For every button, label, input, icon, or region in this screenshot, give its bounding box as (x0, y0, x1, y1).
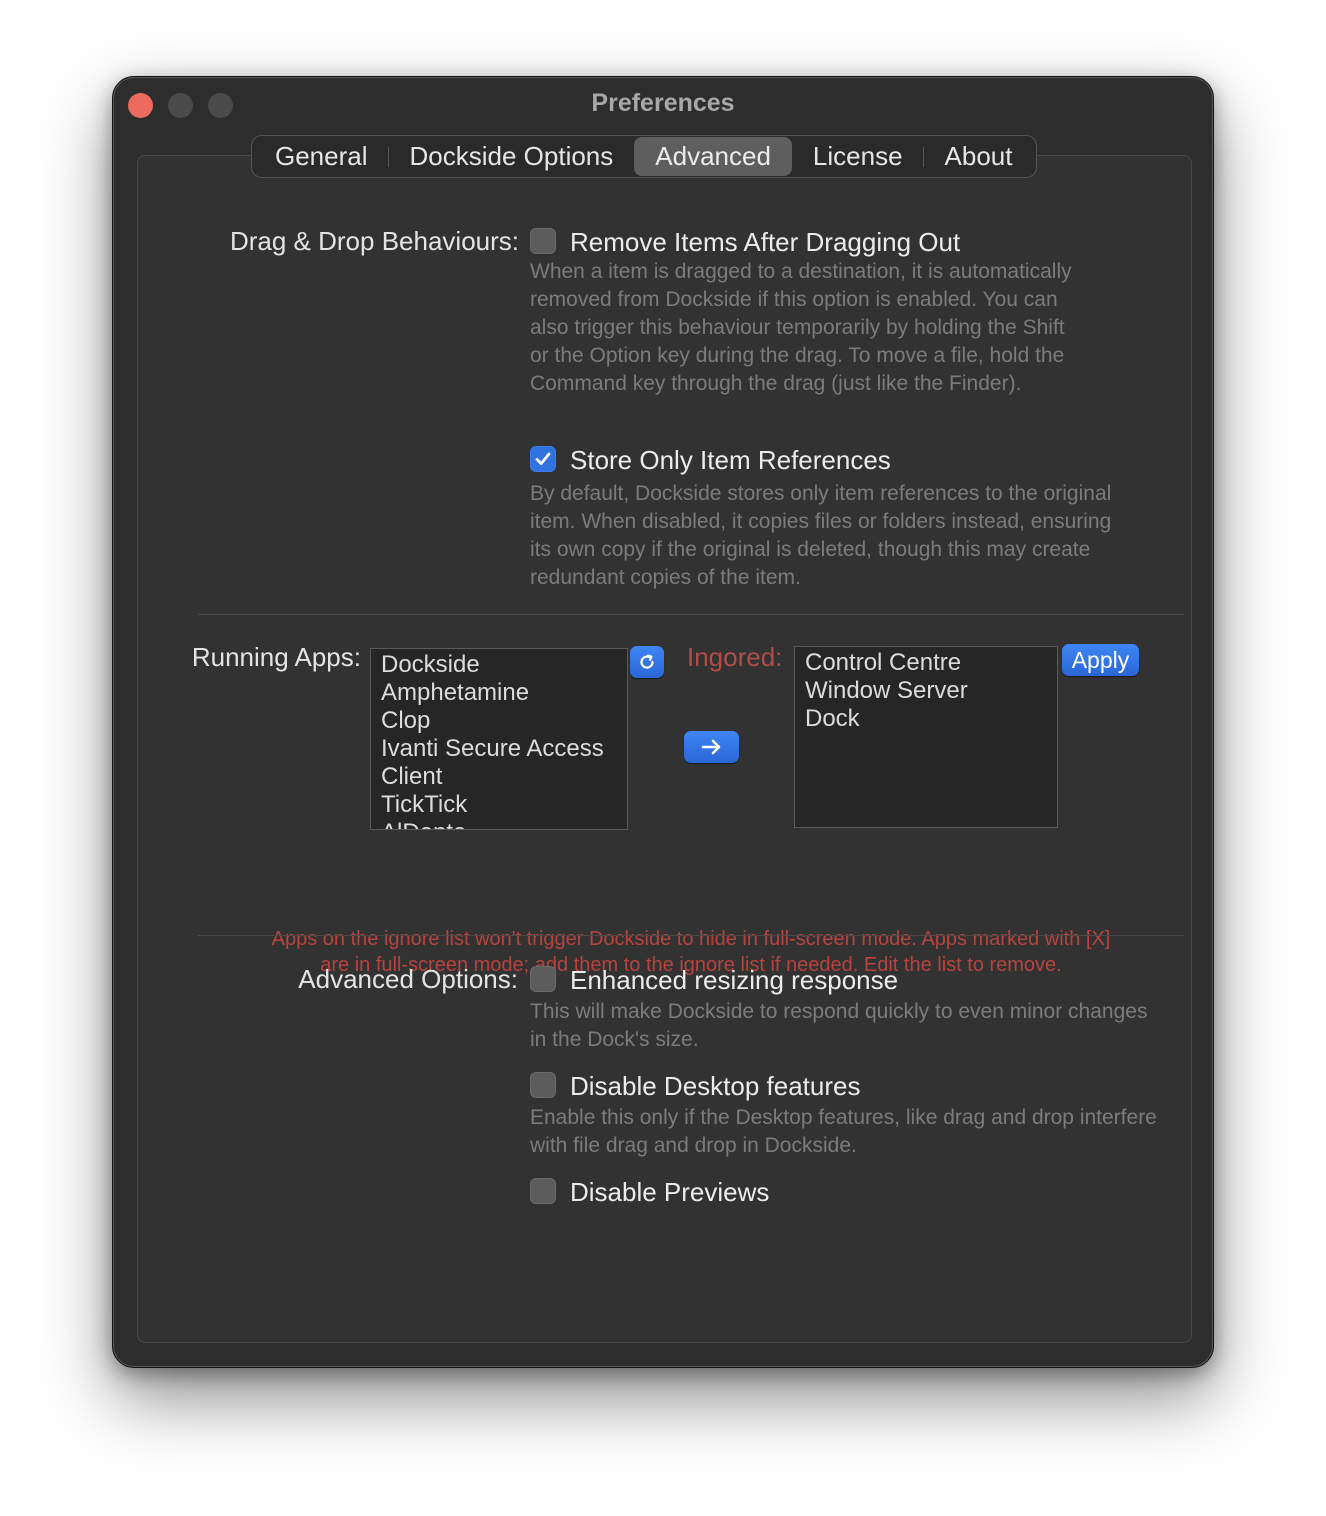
store-refs-label[interactable]: Store Only Item References (570, 445, 891, 476)
tab-general[interactable]: General (254, 137, 389, 176)
advanced-options-label: Advanced Options: (298, 964, 518, 994)
disable-desktop-label[interactable]: Disable Desktop features (570, 1071, 860, 1102)
enhanced-resizing-description: This will make Dockside to respond quick… (530, 1000, 1148, 1051)
drag-drop-label: Drag & Drop Behaviours: (229, 226, 519, 256)
disable-previews-checkbox[interactable] (530, 1178, 556, 1204)
section-divider (198, 614, 1184, 615)
remove-items-checkbox[interactable] (530, 228, 556, 254)
tab-bar: General Dockside Options Advanced Licens… (251, 135, 1037, 178)
section-divider (198, 935, 1184, 936)
window-title: Preferences (591, 89, 735, 117)
list-item[interactable]: Control Centre (795, 649, 1057, 677)
enhanced-resizing-label[interactable]: Enhanced resizing response (570, 965, 898, 996)
list-item[interactable]: Dockside (371, 651, 627, 679)
remove-items-description: When a item is dragged to a destination,… (530, 260, 1072, 395)
list-item[interactable]: AlDente (371, 819, 627, 829)
running-apps-label: Running Apps: (191, 642, 361, 672)
apply-button[interactable]: Apply (1062, 644, 1139, 676)
list-item[interactable]: Ivanti Secure Access (371, 735, 627, 763)
add-to-ignored-button[interactable] (684, 731, 739, 763)
store-refs-description: By default, Dockside stores only item re… (530, 482, 1112, 589)
ignored-label: Ingored: (687, 642, 783, 672)
tab-license[interactable]: License (792, 137, 924, 176)
tab-content-panel: Drag & Drop Behaviours: Remove Items Aft… (137, 155, 1192, 1343)
list-item[interactable]: Window Server (795, 677, 1057, 705)
list-item[interactable]: Clop (371, 707, 627, 735)
tab-about[interactable]: About (924, 137, 1034, 176)
tab-dockside-options[interactable]: Dockside Options (389, 137, 635, 176)
preferences-window: Preferences Drag & Drop Behaviours: Remo… (112, 76, 1214, 1368)
disable-previews-label[interactable]: Disable Previews (570, 1177, 769, 1208)
refresh-icon (640, 654, 654, 669)
refresh-button[interactable] (630, 646, 664, 678)
list-item[interactable]: Amphetamine (371, 679, 627, 707)
tab-advanced[interactable]: Advanced (634, 137, 792, 176)
checkmark-icon (535, 452, 551, 465)
disable-desktop-description: Enable this only if the Desktop features… (530, 1106, 1157, 1157)
ignored-apps-list[interactable]: Control Centre Window Server Dock (794, 646, 1058, 828)
disable-desktop-checkbox[interactable] (530, 1072, 556, 1098)
enhanced-resizing-checkbox[interactable] (530, 966, 556, 992)
arrow-right-icon (701, 739, 720, 755)
remove-items-label[interactable]: Remove Items After Dragging Out (570, 227, 960, 258)
list-item[interactable]: Client (371, 763, 627, 791)
running-apps-list[interactable]: Dockside Amphetamine Clop Ivanti Secure … (370, 648, 628, 830)
store-refs-checkbox[interactable] (530, 446, 556, 472)
list-item[interactable]: Dock (795, 705, 1057, 733)
list-item[interactable]: TickTick (371, 791, 627, 819)
